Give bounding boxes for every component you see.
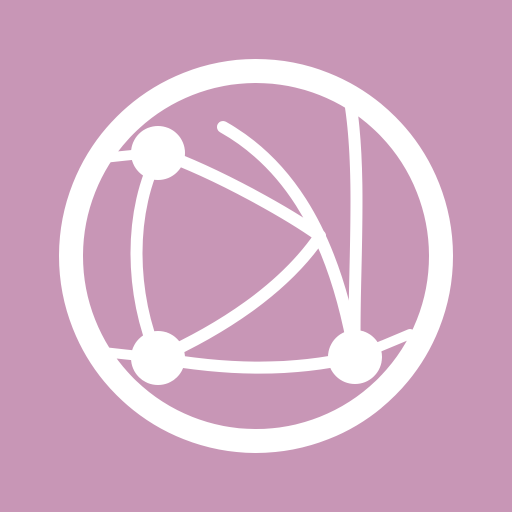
- network-globe-icon: [59, 59, 453, 453]
- globe-outer-ring: [59, 59, 453, 453]
- network-node-bottom-left: [131, 331, 185, 385]
- network-globe-app-icon: [0, 0, 512, 512]
- globe-arc-bottom: [152, 351, 361, 374]
- network-node-top-left: [131, 126, 185, 180]
- globe-arc-diagonal-up: [152, 230, 326, 364]
- globe-arc-diagonal-down: [217, 121, 361, 363]
- network-node-bottom-right: [328, 330, 382, 384]
- globe-arc-left: [130, 146, 166, 364]
